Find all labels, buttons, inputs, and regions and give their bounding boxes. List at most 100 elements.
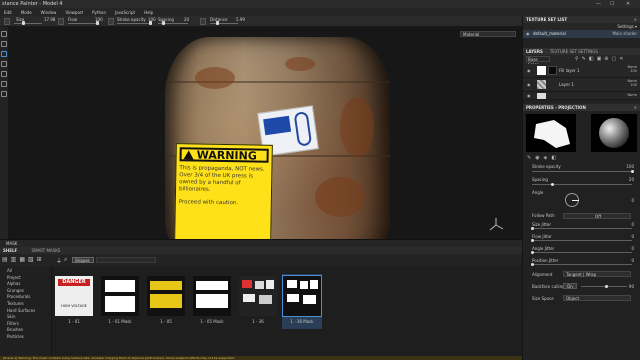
- clone-icon[interactable]: [1, 81, 7, 87]
- size-jitter-value[interactable]: 0: [631, 222, 634, 227]
- smudge-icon[interactable]: [1, 71, 7, 77]
- visibility-eye-icon[interactable]: ◉: [527, 82, 531, 87]
- category-hard-surfaces[interactable]: Hard Surfaces: [7, 308, 51, 315]
- tab-shelf[interactable]: SHELF: [3, 248, 17, 253]
- menu-viewport[interactable]: Viewport: [65, 10, 83, 15]
- close-panel-icon[interactable]: ✕: [634, 16, 637, 23]
- flow-jitter-handle[interactable]: [531, 239, 534, 242]
- shelf-item[interactable]: 1 - 36: [238, 276, 278, 324]
- shelf-item[interactable]: 1 - 05: [146, 276, 186, 324]
- category-brushes[interactable]: Brushes: [7, 327, 51, 334]
- angle-jitter-handle[interactable]: [531, 251, 534, 254]
- viewport-mode-dropdown[interactable]: Material: [460, 31, 516, 37]
- backface-culling-toggle[interactable]: On: [563, 283, 577, 289]
- lazy-mouse-icon[interactable]: [200, 18, 206, 25]
- shelf-item[interactable]: 1 - 01 Mask: [100, 276, 140, 324]
- flow-jitter-slider[interactable]: [532, 240, 632, 241]
- menu-edit[interactable]: Edit: [4, 10, 12, 15]
- layer-row[interactable]: ◉ Norm: [523, 92, 640, 100]
- color-picker-icon[interactable]: [1, 91, 7, 97]
- category-particles[interactable]: Particles: [7, 334, 51, 341]
- minimize-button[interactable]: —: [596, 1, 601, 7]
- projection-tool-icon[interactable]: [1, 51, 7, 57]
- follow-path-toggle[interactable]: Off: [563, 213, 631, 219]
- layer-row[interactable]: ◉ Layer 1 Norm 100: [523, 78, 640, 92]
- category-procedurals[interactable]: Procedurals: [7, 294, 51, 301]
- category-all[interactable]: All: [7, 268, 51, 275]
- channel-dropdown[interactable]: Base Color: [526, 56, 550, 67]
- tab-mask[interactable]: MASK: [6, 241, 17, 246]
- menu-window[interactable]: Window: [41, 10, 57, 15]
- category-filters[interactable]: Filters: [7, 321, 51, 328]
- visibility-eye-icon[interactable]: ◉: [526, 30, 530, 38]
- shelf-item[interactable]: 1 - 05 Mask: [192, 276, 232, 324]
- flow-pressure-icon[interactable]: [58, 18, 64, 25]
- settings-dropdown[interactable]: Settings ▾: [617, 24, 637, 29]
- tab-layers[interactable]: LAYERS: [526, 48, 543, 55]
- layer-blend[interactable]: Norm 100: [627, 65, 637, 73]
- stroke-opacity-value[interactable]: 100: [626, 164, 634, 169]
- spacing-handle[interactable]: [551, 183, 554, 186]
- category-skin[interactable]: Skin: [7, 314, 51, 321]
- size-value[interactable]: 17.98: [44, 17, 55, 22]
- size-slider-handle[interactable]: [22, 21, 25, 25]
- shelf-action-icons[interactable]: ▤▥▦▧⊞: [2, 256, 45, 263]
- size-space-dropdown[interactable]: Object: [563, 295, 631, 301]
- properties-tab-icons[interactable]: ✎◉◈◧: [527, 155, 560, 161]
- shelf-item-selected[interactable]: 1 - 36 Mask: [282, 274, 322, 329]
- close-panel-icon[interactable]: ✕: [634, 104, 637, 111]
- flow-value[interactable]: 100: [95, 17, 103, 22]
- lazy-distance-slider[interactable]: [210, 23, 238, 24]
- visibility-eye-icon[interactable]: ◉: [527, 68, 531, 73]
- stroke-opacity-icon[interactable]: [108, 18, 114, 25]
- position-jitter-handle[interactable]: [531, 263, 534, 266]
- maximize-button[interactable]: ☐: [610, 1, 614, 7]
- menu-python[interactable]: Python: [92, 10, 106, 15]
- position-jitter-slider[interactable]: [532, 264, 632, 265]
- spacing-slider[interactable]: [532, 184, 632, 185]
- category-grunges[interactable]: Grunges: [7, 288, 51, 295]
- brush-preset-icon[interactable]: [4, 18, 10, 25]
- flow-slider[interactable]: [68, 23, 98, 24]
- shelf-item[interactable]: DANGER HIGH VOLTAGE 1 - 01: [54, 276, 94, 324]
- layer-actions-icons[interactable]: ⚲✎◧▣⊕▢✕: [575, 56, 626, 62]
- spacing-value[interactable]: 20: [184, 17, 189, 22]
- layer-blend[interactable]: Norm: [627, 93, 637, 97]
- menu-mode[interactable]: Mode: [21, 10, 32, 15]
- visibility-eye-icon[interactable]: ◉: [527, 93, 531, 98]
- tab-smart-masks[interactable]: SMART MASKS: [32, 248, 61, 253]
- stroke-opacity-slider[interactable]: [117, 23, 151, 24]
- size-jitter-slider[interactable]: [532, 228, 632, 229]
- shelf-search-input[interactable]: [96, 257, 156, 263]
- alignment-dropdown[interactable]: Tangent | Wrap: [563, 271, 631, 277]
- backface-angle-value[interactable]: 90: [629, 284, 634, 289]
- category-alphas[interactable]: Alphas: [7, 281, 51, 288]
- texture-set-shader[interactable]: Main shader: [612, 30, 637, 38]
- gas-cylinder-model[interactable]: WARNING This is propaganda, NOT news. Ov…: [165, 37, 390, 239]
- backface-angle-handle[interactable]: [605, 285, 608, 288]
- paint-brush-icon[interactable]: [1, 31, 7, 37]
- category-textures[interactable]: Textures: [7, 301, 51, 308]
- axis-gizmo-icon[interactable]: [488, 217, 504, 233]
- eraser-icon[interactable]: [1, 41, 7, 47]
- stroke-opacity-slider[interactable]: [532, 171, 632, 172]
- angle-dial[interactable]: [565, 193, 579, 207]
- texture-set-row[interactable]: ◉ default_material Main shader: [523, 30, 640, 38]
- search-icon[interactable]: ⌕: [64, 256, 67, 264]
- size-jitter-handle[interactable]: [531, 227, 534, 230]
- stencil-preview[interactable]: [526, 114, 576, 152]
- lazy-distance-value[interactable]: 5.99: [236, 17, 245, 22]
- stroke-opacity-handle[interactable]: [631, 170, 634, 173]
- layer-mask-thumbnail[interactable]: [548, 66, 557, 75]
- polygon-fill-icon[interactable]: [1, 61, 7, 67]
- spacing-slider-handle[interactable]: [162, 21, 165, 25]
- filter-icon[interactable]: ⏚: [56, 256, 62, 265]
- lazy-distance-handle[interactable]: [216, 21, 219, 25]
- 3d-viewport[interactable]: Material WARNING This is propaganda, NOT…: [9, 27, 522, 239]
- tab-texture-set-settings[interactable]: TEXTURE SET SETTINGS: [550, 48, 598, 55]
- stroke-opacity-value[interactable]: 100: [148, 17, 156, 22]
- menu-help[interactable]: Help: [144, 10, 153, 15]
- flow-jitter-value[interactable]: 0: [631, 234, 634, 239]
- size-slider[interactable]: [14, 23, 42, 24]
- position-jitter-value[interactable]: 0: [631, 258, 634, 263]
